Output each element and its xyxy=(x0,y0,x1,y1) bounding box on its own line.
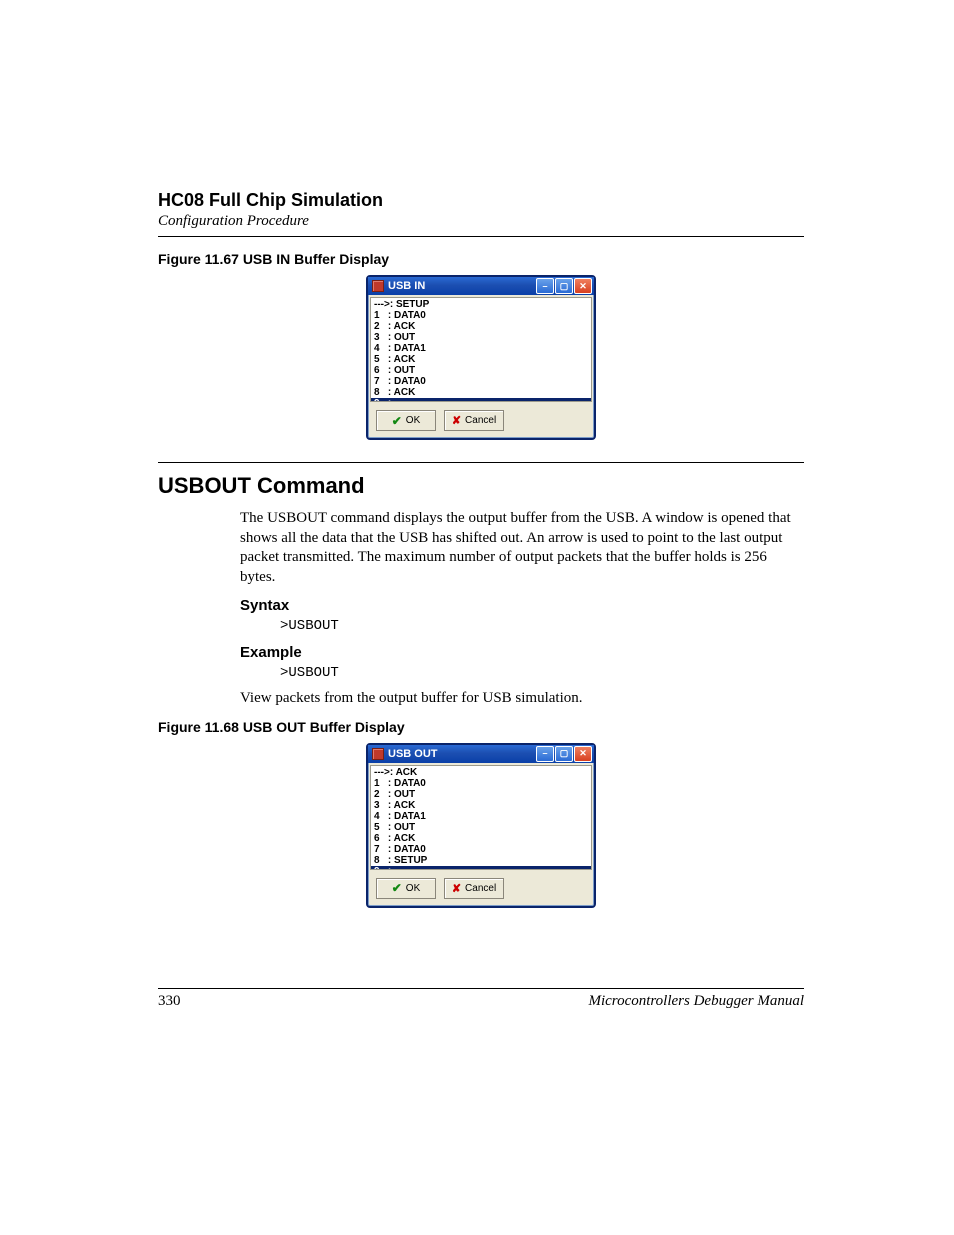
titlebar: USB OUT – ▢ ✕ xyxy=(368,745,594,763)
cancel-button[interactable]: ✘ Cancel xyxy=(444,410,504,431)
section-rule xyxy=(158,462,804,463)
manual-title: Microcontrollers Debugger Manual xyxy=(588,993,804,1010)
minimize-button[interactable]: – xyxy=(536,278,554,294)
syntax-heading: Syntax xyxy=(240,597,804,614)
window-title: USB IN xyxy=(388,280,536,292)
close-button[interactable]: ✕ xyxy=(574,746,592,762)
chapter-title: HC08 Full Chip Simulation xyxy=(158,190,804,211)
check-icon: ✔ xyxy=(392,881,402,895)
list-row[interactable]: 9 : ------ xyxy=(371,866,591,870)
list-row[interactable]: 7 : DATA0 xyxy=(374,844,588,855)
figure-68-caption: Figure 11.68 USB OUT Buffer Display xyxy=(158,719,804,735)
cancel-label: Cancel xyxy=(465,415,496,426)
list-row[interactable]: --->: SETUP xyxy=(374,299,588,310)
app-icon xyxy=(372,280,384,292)
maximize-button[interactable]: ▢ xyxy=(555,278,573,294)
list-row[interactable]: 1 : DATA0 xyxy=(374,310,588,321)
list-row[interactable]: 4 : DATA1 xyxy=(374,343,588,354)
example-code: >USBOUT xyxy=(280,665,804,681)
page-footer: 330 Microcontrollers Debugger Manual xyxy=(158,988,804,1010)
list-row[interactable]: 5 : OUT xyxy=(374,822,588,833)
list-row[interactable]: 3 : OUT xyxy=(374,332,588,343)
maximize-button[interactable]: ▢ xyxy=(555,746,573,762)
example-desc: View packets from the output buffer for … xyxy=(240,689,804,709)
usbout-heading: USBOUT Command xyxy=(158,473,804,499)
list-row[interactable]: 7 : DATA0 xyxy=(374,376,588,387)
ok-label: OK xyxy=(406,415,420,426)
ok-label: OK xyxy=(406,883,420,894)
figure-67-caption: Figure 11.67 USB IN Buffer Display xyxy=(158,251,804,267)
page-number: 330 xyxy=(158,993,181,1010)
window-title: USB OUT xyxy=(388,748,536,760)
close-button[interactable]: ✕ xyxy=(574,278,592,294)
usb-out-dialog: USB OUT – ▢ ✕ --->: ACK1 : DATA02 : OUT3… xyxy=(366,743,596,908)
ok-button[interactable]: ✔ OK xyxy=(376,878,436,899)
list-row[interactable]: 6 : OUT xyxy=(374,365,588,376)
x-icon: ✘ xyxy=(452,414,461,427)
syntax-code: >USBOUT xyxy=(280,618,804,634)
usbout-description: The USBOUT command displays the output b… xyxy=(240,509,804,587)
list-body: --->: ACK1 : DATA02 : OUT3 : ACK4 : DATA… xyxy=(370,765,592,870)
check-icon: ✔ xyxy=(392,414,402,428)
minimize-button[interactable]: – xyxy=(536,746,554,762)
list-row[interactable]: --->: ACK xyxy=(374,767,588,778)
list-row[interactable]: 4 : DATA1 xyxy=(374,811,588,822)
cancel-label: Cancel xyxy=(465,883,496,894)
list-row[interactable]: 2 : OUT xyxy=(374,789,588,800)
header-rule xyxy=(158,236,804,237)
chapter-section: Configuration Procedure xyxy=(158,213,804,230)
cancel-button[interactable]: ✘ Cancel xyxy=(444,878,504,899)
ok-button[interactable]: ✔ OK xyxy=(376,410,436,431)
list-row[interactable]: 3 : ACK xyxy=(374,800,588,811)
list-row[interactable]: 2 : ACK xyxy=(374,321,588,332)
list-body: --->: SETUP1 : DATA02 : ACK3 : OUT4 : DA… xyxy=(370,297,592,402)
x-icon: ✘ xyxy=(452,882,461,895)
list-row[interactable]: 8 : SETUP xyxy=(374,855,588,866)
example-heading: Example xyxy=(240,644,804,661)
usb-in-dialog: USB IN – ▢ ✕ --->: SETUP1 : DATA02 : ACK… xyxy=(366,275,596,440)
list-row[interactable]: 1 : DATA0 xyxy=(374,778,588,789)
list-row[interactable]: 5 : ACK xyxy=(374,354,588,365)
app-icon xyxy=(372,748,384,760)
list-row[interactable]: 9 : ------ xyxy=(371,398,591,402)
list-row[interactable]: 6 : ACK xyxy=(374,833,588,844)
list-row[interactable]: 8 : ACK xyxy=(374,387,588,398)
titlebar: USB IN – ▢ ✕ xyxy=(368,277,594,295)
